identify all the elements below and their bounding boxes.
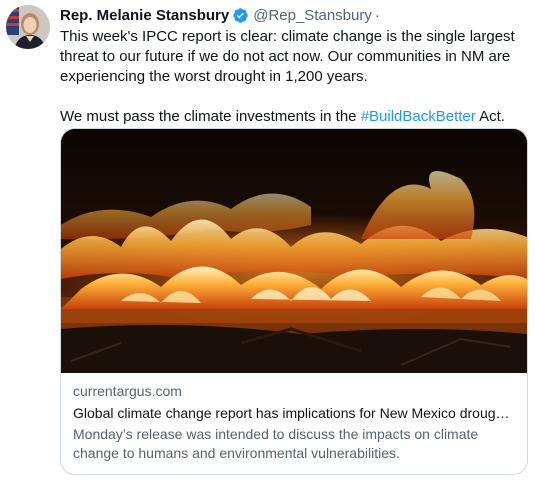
verified-badge-icon	[232, 7, 249, 24]
card-description: Monday’s release was intended to discuss…	[73, 426, 479, 461]
avatar-image	[6, 5, 50, 49]
tweet-paragraph-2-suffix: Act.	[475, 108, 505, 125]
tweet-paragraph-2: We must pass the climate investments in …	[60, 107, 530, 127]
hashtag-link[interactable]: #BuildBackBetter	[361, 108, 476, 125]
card-image[interactable]	[61, 129, 527, 373]
card-body: currentargus.com Global climate change r…	[61, 373, 527, 463]
card-domain: currentargus.com	[73, 383, 182, 399]
header-separator: ·	[374, 6, 380, 24]
author-display-name[interactable]: Rep. Melanie Stansbury	[60, 7, 229, 24]
tweet-header: Rep. Melanie Stansbury @Rep_Stansbury ·	[60, 5, 380, 25]
tweet-paragraph-2-prefix: We must pass the climate investments in …	[60, 108, 361, 125]
tweet-paragraph-1: This week's IPCC report is clear: climat…	[60, 28, 515, 85]
tweet-text: This week's IPCC report is clear: climat…	[60, 27, 530, 127]
card-title[interactable]: Global climate change report has implica…	[73, 404, 515, 423]
link-preview-card[interactable]: currentargus.com Global climate change r…	[60, 128, 528, 475]
avatar[interactable]	[6, 5, 50, 49]
author-handle[interactable]: @Rep_Stansbury	[253, 7, 372, 24]
